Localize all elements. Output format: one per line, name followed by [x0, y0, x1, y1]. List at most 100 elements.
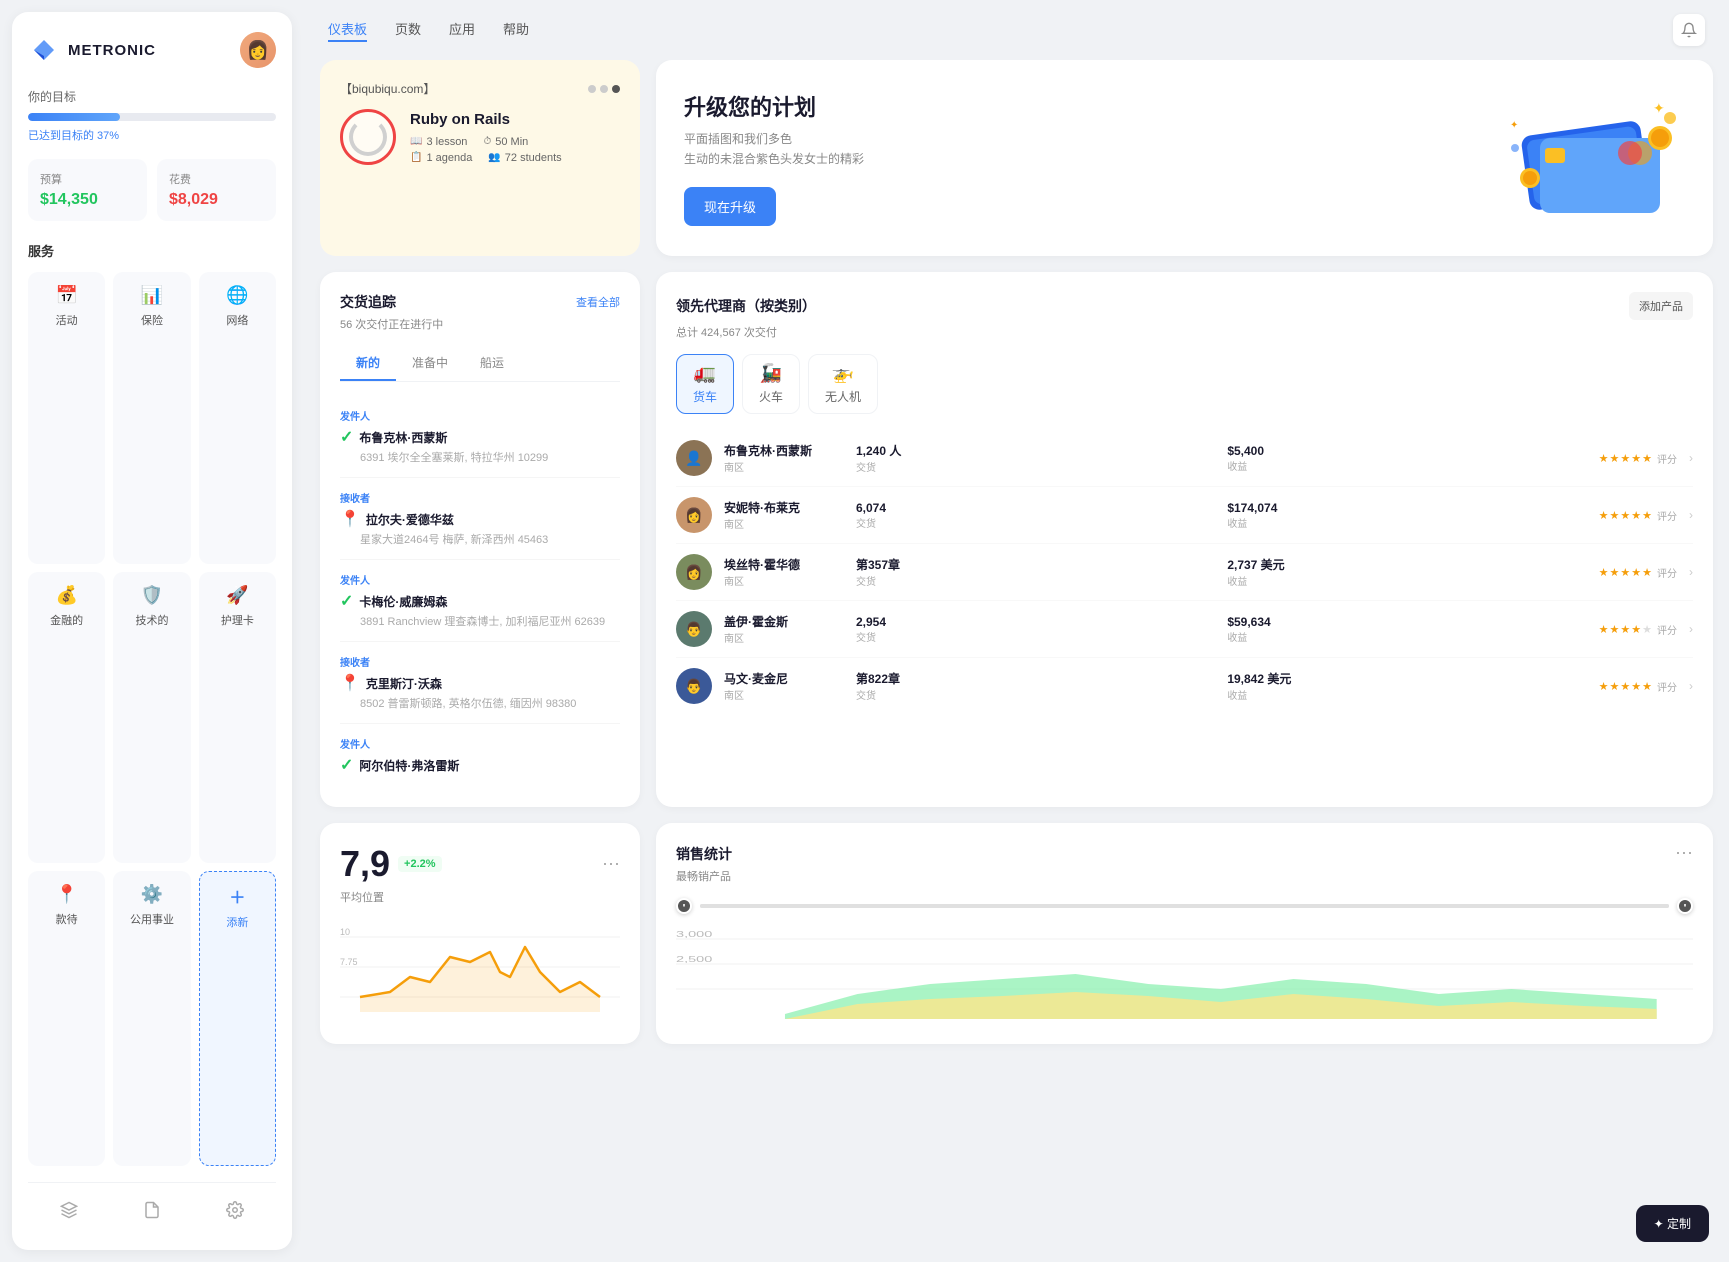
shipment-card: 交货追踪 查看全部 56 次交付正在进行中 新的 准备中 船运 发件人 ✓ 布鲁…	[320, 272, 640, 807]
spend-value: $8,029	[169, 191, 264, 209]
service-hospitality[interactable]: 📍 款待	[28, 871, 105, 1166]
agent-rating-4: ★★★★★ 评分	[1599, 622, 1677, 637]
cat-tab-train[interactable]: 🚂 火车	[742, 354, 800, 414]
tab-preparing[interactable]: 准备中	[396, 346, 464, 381]
service-label-care: 护理卡	[221, 612, 254, 628]
agent-info-1: 布鲁克林·西蒙斯 南区	[724, 442, 844, 474]
row-2: 交货追踪 查看全部 56 次交付正在进行中 新的 准备中 船运 发件人 ✓ 布鲁…	[320, 272, 1713, 807]
activity-icon: 📅	[55, 285, 77, 306]
agent-stat-3: 第357章 交货	[856, 556, 1215, 588]
entry-addr-1: 6391 埃尔全全塞莱斯, 特拉华州 10299	[360, 449, 620, 465]
dot-3	[612, 85, 620, 93]
course-duration: ⏱ 50 Min	[483, 136, 528, 148]
course-agenda: 📋 1 agenda	[410, 152, 472, 164]
nav-right	[1673, 14, 1705, 46]
agent-stat-4: 2,954 交货	[856, 615, 1215, 644]
slider-track[interactable]	[700, 904, 1669, 908]
nav-apps[interactable]: 应用	[449, 19, 475, 42]
file-icon[interactable]	[137, 1195, 167, 1230]
agent-arrow-1[interactable]: ›	[1689, 451, 1693, 465]
service-care[interactable]: 🚀 护理卡	[199, 572, 276, 864]
agent-arrow-2[interactable]: ›	[1689, 508, 1693, 522]
tab-new[interactable]: 新的	[340, 346, 396, 381]
entry-name-2: 📍 拉尔夫·爱德华兹	[340, 509, 620, 529]
agent-row-3: 👩 埃丝特·霍华德 南区 第357章 交货 2,737 美元 收益 ★★★★	[676, 544, 1693, 601]
check-icon-1: ✓	[340, 427, 353, 447]
nav-help[interactable]: 帮助	[503, 19, 529, 42]
add-new-service[interactable]: ＋ 添新	[199, 871, 276, 1166]
service-finance[interactable]: 💰 金融的	[28, 572, 105, 864]
insurance-icon: 📊	[141, 285, 163, 306]
agent-revenue-4: $59,634 收益	[1227, 615, 1586, 644]
slider-left-handle[interactable]: ⏸	[676, 898, 692, 914]
agent-revenue-3: 2,737 美元 收益	[1227, 556, 1586, 588]
logo: METRONIC	[28, 34, 156, 66]
course-body: Ruby on Rails 📖 3 lesson ⏱ 50 Min	[340, 109, 620, 165]
agent-revenue-2: $174,074 收益	[1227, 501, 1586, 530]
svg-text:7.75: 7.75	[340, 957, 358, 967]
nav-pages[interactable]: 页数	[395, 19, 421, 42]
service-network[interactable]: 🌐 网络	[199, 272, 276, 564]
entry-addr-4: 8502 普雷斯顿路, 英格尔伍德, 缅因州 98380	[360, 695, 620, 711]
upgrade-title: 升级您的计划	[684, 90, 864, 122]
sales-title: 销售统计	[676, 844, 732, 864]
view-all-link[interactable]: 查看全部	[576, 294, 620, 310]
pin-icon-1: 📍	[340, 509, 360, 529]
customize-button[interactable]: ✦ 定制	[1636, 1205, 1709, 1242]
nav-dashboard[interactable]: 仪表板	[328, 19, 367, 42]
slider-right-handle[interactable]: ⏸	[1677, 898, 1693, 914]
service-tech[interactable]: 🛡️ 技术的	[113, 572, 190, 864]
agent-stat-1: 1,240 人 交货	[856, 442, 1215, 474]
notification-icon[interactable]	[1673, 14, 1705, 46]
agent-stat-5: 第822章 交货	[856, 670, 1215, 702]
agent-arrow-5[interactable]: ›	[1689, 679, 1693, 693]
students-icon: 👥	[488, 152, 500, 163]
service-activity[interactable]: 📅 活动	[28, 272, 105, 564]
service-utility[interactable]: ⚙️ 公用事业	[113, 871, 190, 1166]
course-ring-logo	[340, 109, 396, 165]
tab-shipping[interactable]: 船运	[464, 346, 520, 381]
goal-label: 你的目标	[28, 88, 276, 105]
shipment-entry-1: 发件人 ✓ 布鲁克林·西蒙斯 6391 埃尔全全塞莱斯, 特拉华州 10299	[340, 396, 620, 478]
shipment-title: 交货追踪	[340, 292, 396, 312]
train-icon: 🚂	[760, 363, 782, 384]
course-dots	[588, 85, 620, 93]
course-card-header: 【biqubiqu.com】	[340, 80, 620, 97]
agent-revenue-5: 19,842 美元 收益	[1227, 670, 1586, 702]
avg-menu-icon[interactable]: ⋯	[602, 854, 620, 875]
check-icon-3: ✓	[340, 755, 353, 775]
stats-row: 预算 $14,350 花费 $8,029	[28, 159, 276, 221]
add-product-button[interactable]: 添加产品	[1629, 292, 1693, 320]
layers-icon[interactable]	[54, 1195, 84, 1230]
entry-name-5: ✓ 阿尔伯特·弗洛雷斯	[340, 755, 620, 775]
sales-menu-icon[interactable]: ⋯	[1675, 843, 1693, 864]
agent-avatar-1: 👤	[676, 440, 712, 476]
shipment-list: 发件人 ✓ 布鲁克林·西蒙斯 6391 埃尔全全塞莱斯, 特拉华州 10299 …	[340, 396, 620, 787]
shipment-entry-5: 发件人 ✓ 阿尔伯特·弗洛雷斯	[340, 724, 620, 787]
cat-tab-truck[interactable]: 🚛 货车	[676, 354, 734, 414]
course-meta-row2: 📋 1 agenda 👥 72 students	[410, 152, 562, 164]
service-insurance[interactable]: 📊 保险	[113, 272, 190, 564]
goal-section: 你的目标 已达到目标的 37%	[28, 88, 276, 143]
shipment-entry-3: 发件人 ✓ 卡梅伦·威廉姆森 3891 Ranchview 理查森博士, 加利福…	[340, 560, 620, 642]
care-icon: 🚀	[226, 585, 248, 606]
upgrade-button[interactable]: 现在升级	[684, 187, 776, 226]
trend-badge: +2.2%	[398, 856, 442, 872]
shipment-header: 交货追踪 查看全部	[340, 292, 620, 312]
budget-card: 预算 $14,350	[28, 159, 147, 221]
agent-arrow-3[interactable]: ›	[1689, 565, 1693, 579]
shipment-entry-4: 接收者 📍 克里斯汀·沃森 8502 普雷斯顿路, 英格尔伍德, 缅因州 983…	[340, 642, 620, 724]
agent-rating-3: ★★★★★ 评分	[1599, 565, 1677, 580]
cat-tab-drone[interactable]: 🚁 无人机	[808, 354, 878, 414]
svg-text:✦: ✦	[1510, 120, 1518, 131]
pin-icon-2: 📍	[340, 673, 360, 693]
shipment-tabs: 新的 准备中 船运	[340, 346, 620, 382]
sidebar-header: METRONIC 👩	[28, 32, 276, 68]
upgrade-illustration: ✦ ✦	[1505, 88, 1685, 228]
top-nav: 仪表板 页数 应用 帮助	[304, 0, 1729, 60]
settings-icon[interactable]	[220, 1195, 250, 1230]
service-label-finance: 金融的	[50, 612, 83, 628]
agent-info-3: 埃丝特·霍华德 南区	[724, 556, 844, 588]
entry-role-4: 接收者	[340, 654, 620, 669]
agent-arrow-4[interactable]: ›	[1689, 622, 1693, 636]
